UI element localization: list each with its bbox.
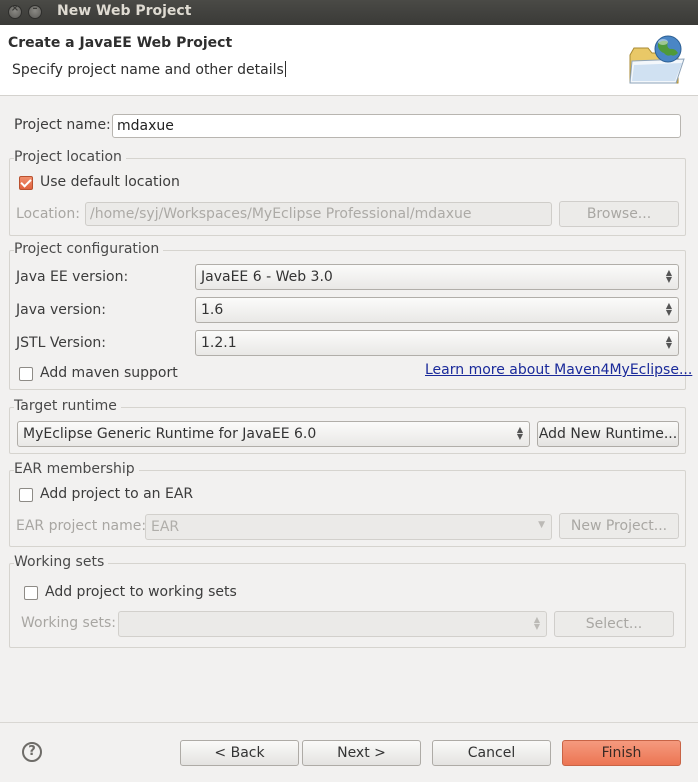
minimize-window-button[interactable]: – xyxy=(28,3,42,19)
add-to-ear-checkbox[interactable] xyxy=(19,488,33,502)
add-new-runtime-button[interactable]: Add New Runtime... xyxy=(537,421,679,447)
ear-membership-group-label: EAR membership xyxy=(14,461,139,477)
javaee-version-select[interactable]: JavaEE 6 - Web 3.0 ▲ ▼ xyxy=(195,264,679,290)
ear-project-name-value: EAR xyxy=(151,519,180,535)
project-location-group-label: Project location xyxy=(14,149,126,165)
target-runtime-select[interactable]: MyEclipse Generic Runtime for JavaEE 6.0… xyxy=(17,421,530,447)
footer-divider xyxy=(0,722,698,723)
location-input[interactable]: /home/syj/Workspaces/MyEclipse Professio… xyxy=(85,202,552,226)
maven-learn-more-link[interactable]: Learn more about Maven4MyEclipse... xyxy=(425,362,692,378)
project-name-label: Project name: xyxy=(14,117,111,133)
next-button[interactable]: Next > xyxy=(302,740,421,766)
wizard-description: Specify project name and other details xyxy=(12,62,284,78)
wizard-header: Create a JavaEE Web Project Specify proj… xyxy=(0,25,698,96)
java-version-select[interactable]: 1.6 ▲ ▼ xyxy=(195,297,679,323)
finish-button[interactable]: Finish xyxy=(562,740,681,766)
spinner-arrows-icon: ▲ ▼ xyxy=(516,425,523,441)
spinner-arrows-icon: ▲ ▼ xyxy=(533,615,540,631)
spinner-arrows-icon: ▲ ▼ xyxy=(665,268,672,284)
project-name-input[interactable]: mdaxue xyxy=(112,114,681,138)
select-working-sets-button[interactable]: Select... xyxy=(554,611,674,637)
add-to-working-sets-label: Add project to working sets xyxy=(45,584,237,600)
back-button[interactable]: < Back xyxy=(180,740,299,766)
javaee-version-value: JavaEE 6 - Web 3.0 xyxy=(201,269,333,285)
spinner-arrows-icon: ▲ ▼ xyxy=(665,301,672,317)
close-window-button[interactable]: × xyxy=(8,3,22,19)
title-bar: × – New Web Project xyxy=(0,0,698,25)
new-project-button[interactable]: New Project... xyxy=(559,513,679,539)
wizard-title: Create a JavaEE Web Project xyxy=(8,35,233,51)
jstl-version-label: JSTL Version: xyxy=(16,335,107,351)
java-version-label: Java version: xyxy=(16,302,107,318)
add-maven-support-checkbox[interactable] xyxy=(19,367,33,381)
project-configuration-group-label: Project configuration xyxy=(14,241,164,257)
folder-globe-icon xyxy=(629,35,685,84)
target-runtime-value: MyEclipse Generic Runtime for JavaEE 6.0 xyxy=(23,426,317,442)
ear-project-name-select[interactable]: EAR ▼ xyxy=(145,514,552,540)
cancel-button[interactable]: Cancel xyxy=(432,740,551,766)
use-default-location-checkbox[interactable] xyxy=(19,176,33,190)
jstl-version-select[interactable]: 1.2.1 ▲ ▼ xyxy=(195,330,679,356)
add-to-working-sets-checkbox[interactable] xyxy=(24,586,38,600)
dropdown-arrow-icon: ▼ xyxy=(538,520,545,530)
help-icon[interactable]: ? xyxy=(22,742,42,762)
spinner-arrows-icon: ▲ ▼ xyxy=(665,334,672,350)
location-label: Location: xyxy=(16,206,80,222)
browse-button[interactable]: Browse... xyxy=(559,201,679,227)
java-version-value: 1.6 xyxy=(201,302,224,318)
working-sets-label: Working sets: xyxy=(21,615,116,631)
working-sets-select[interactable]: ▲ ▼ xyxy=(118,611,547,637)
window-title: New Web Project xyxy=(57,3,192,19)
use-default-location-label: Use default location xyxy=(40,174,180,190)
target-runtime-group-label: Target runtime xyxy=(14,398,121,414)
jstl-version-value: 1.2.1 xyxy=(201,335,237,351)
javaee-version-label: Java EE version: xyxy=(16,269,129,285)
add-maven-support-label: Add maven support xyxy=(40,365,178,381)
add-to-ear-label: Add project to an EAR xyxy=(40,486,194,502)
working-sets-group-label: Working sets xyxy=(14,554,109,570)
ear-project-name-label: EAR project name: xyxy=(16,518,147,534)
